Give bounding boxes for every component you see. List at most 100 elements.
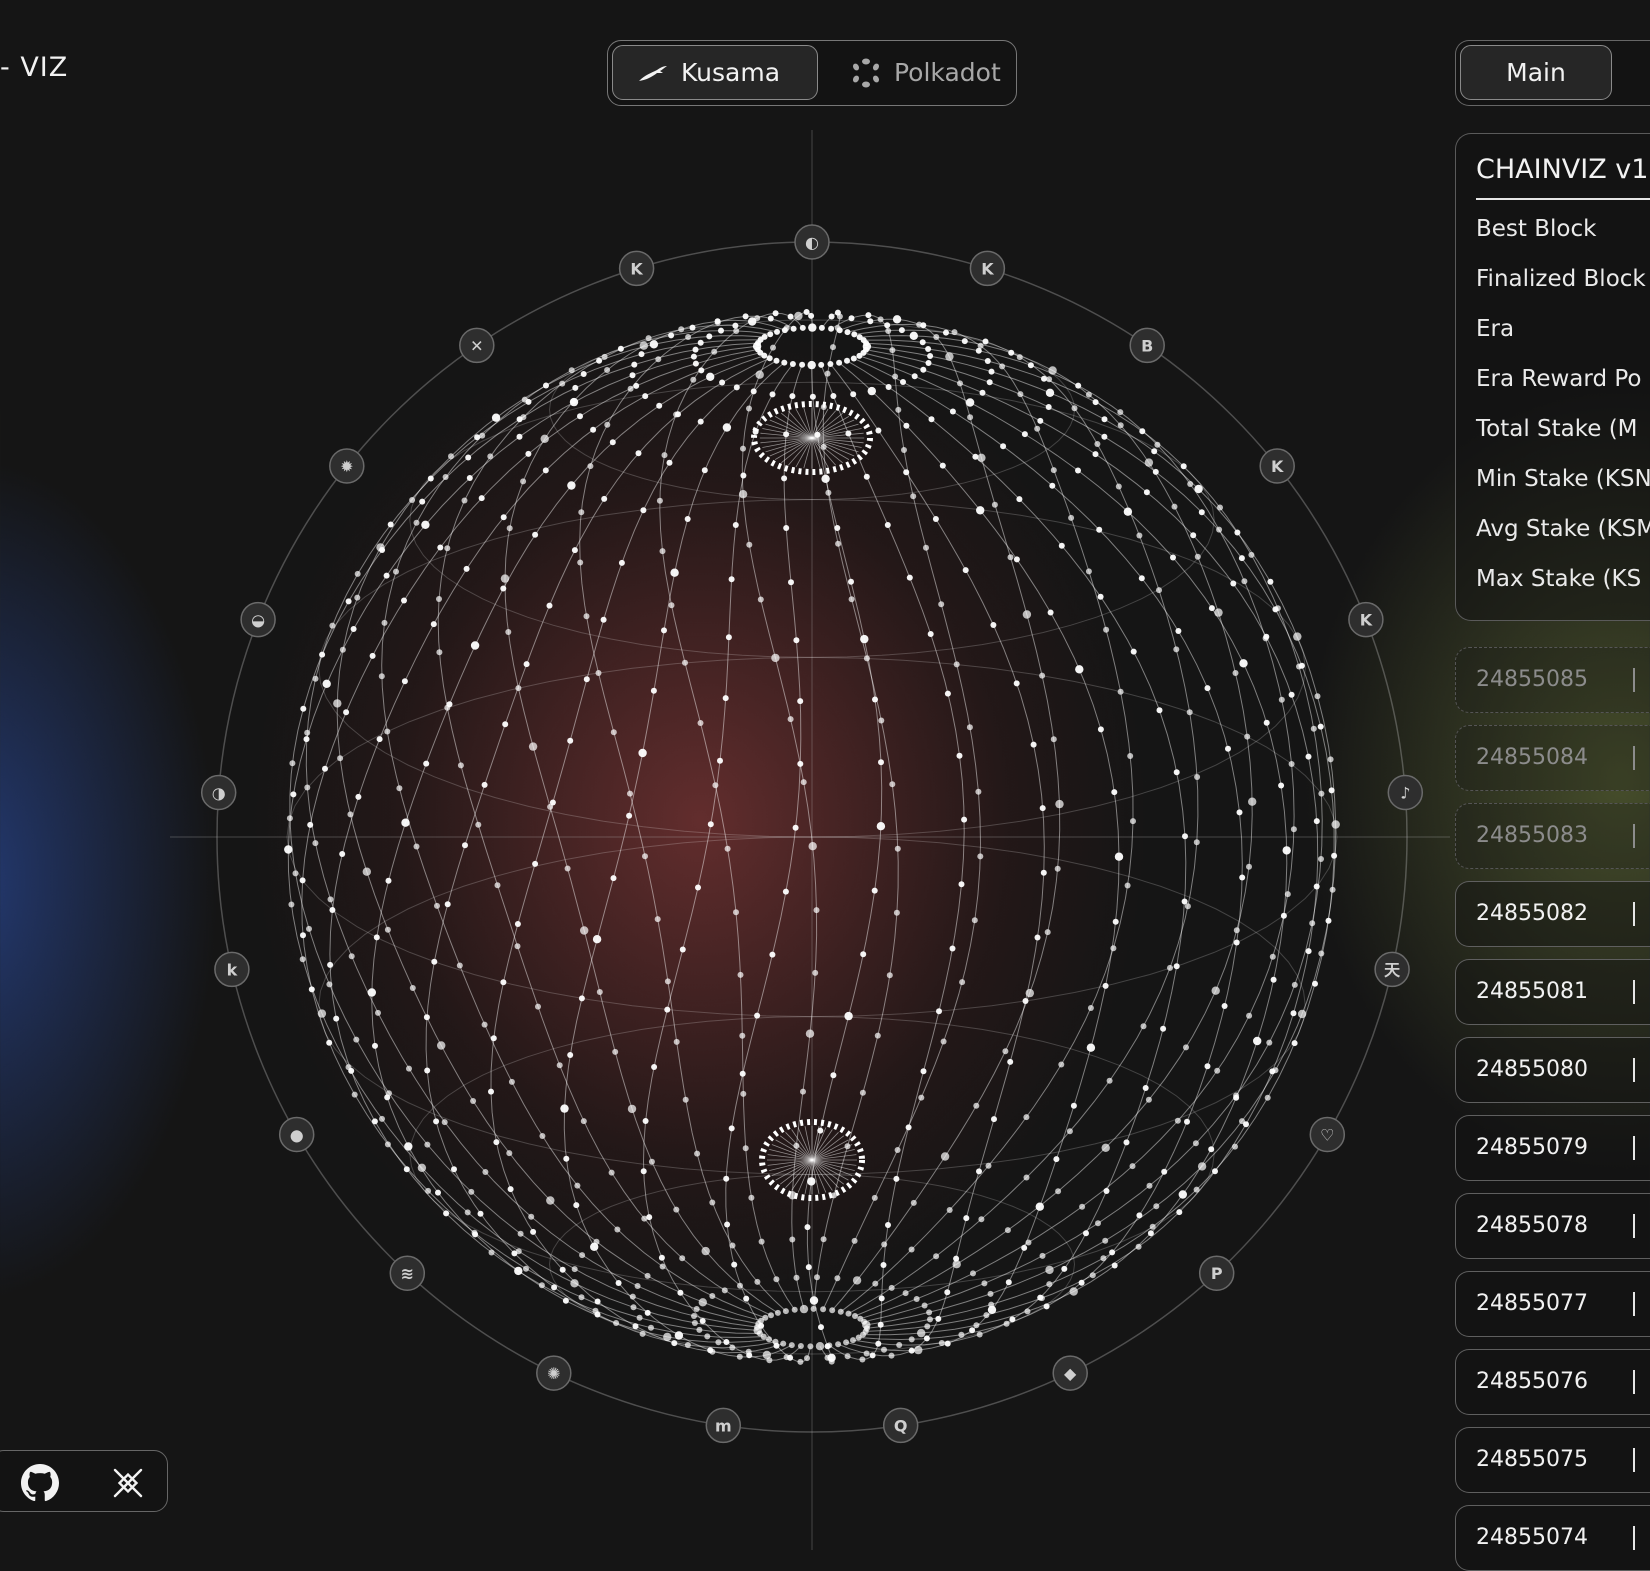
svg-text:≋: ≋ [401, 1264, 414, 1283]
svg-text:P: P [1211, 1264, 1223, 1283]
svg-text:m: m [715, 1416, 732, 1435]
svg-text:●: ● [290, 1126, 304, 1145]
social-links [0, 1450, 168, 1512]
block-number: 24855081 [1476, 979, 1588, 1004]
svg-text:Q: Q [894, 1416, 908, 1435]
network-option-kusama[interactable]: Kusama [612, 45, 818, 100]
block-number: 24855084 [1476, 745, 1588, 770]
kiad-icon[interactable] [109, 1464, 147, 1502]
svg-text:♪: ♪ [1400, 784, 1410, 803]
tinkernet-icon[interactable]: 天 [1374, 951, 1410, 988]
svg-text:K: K [630, 259, 643, 278]
stat-era-reward-points: Era Reward Po [1476, 366, 1642, 392]
svg-text:✺: ✺ [547, 1364, 560, 1383]
network-label-kusama: Kusama [681, 58, 781, 87]
block-number: 24855075 [1476, 1447, 1588, 1472]
block-separator [1633, 1448, 1635, 1472]
karura-icon[interactable]: K [969, 250, 1006, 287]
sunflower-icon[interactable]: ✹ [329, 448, 365, 484]
calamari-icon[interactable]: ◑ [200, 774, 237, 811]
block-separator [1633, 1292, 1635, 1316]
block-number: 24855083 [1476, 823, 1588, 848]
stat-min-stake: Min Stake (KSN [1476, 466, 1650, 492]
block-number: 24855076 [1476, 1369, 1588, 1394]
block-separator [1633, 824, 1635, 848]
block-row[interactable]: 24855085 [1455, 647, 1650, 713]
altair-icon[interactable]: ◒ [240, 601, 276, 638]
sora-icon[interactable]: ♪ [1387, 774, 1424, 811]
github-icon[interactable] [21, 1464, 59, 1502]
kilt-icon[interactable]: K [1348, 601, 1384, 638]
network-switch: Kusama Polkadot [607, 40, 1017, 106]
app-title: - VIZ [0, 52, 69, 83]
picasso-icon[interactable]: ♡ [1309, 1116, 1346, 1153]
svg-text:K: K [1271, 457, 1284, 476]
block-separator [1633, 980, 1635, 1004]
polkadot-ring-icon [852, 58, 880, 87]
block-number: 24855079 [1476, 1135, 1588, 1160]
block-number: 24855085 [1476, 667, 1588, 692]
block-separator [1633, 1058, 1635, 1082]
kabocha-icon[interactable]: k [214, 951, 250, 988]
stat-finalized-block: Finalized Block [1476, 266, 1646, 292]
bifrost-icon[interactable]: B [1129, 327, 1165, 364]
svg-text:♡: ♡ [1320, 1126, 1334, 1145]
mangata-icon[interactable]: m [705, 1407, 742, 1444]
crab-icon[interactable]: ✺ [536, 1355, 572, 1391]
panel-title: CHAINVIZ v1. [1476, 154, 1650, 185]
parallel-icon[interactable]: P [1198, 1255, 1235, 1291]
block-number: 24855082 [1476, 901, 1588, 926]
block-row[interactable]: 24855075 [1455, 1427, 1650, 1493]
block-row[interactable]: 24855077 [1455, 1271, 1650, 1337]
svg-text:◑: ◑ [212, 784, 226, 803]
block-row[interactable]: 24855081 [1455, 959, 1650, 1025]
block-row[interactable]: 24855074 [1455, 1505, 1650, 1571]
svg-text:K: K [1360, 611, 1373, 630]
block-separator [1633, 1136, 1635, 1160]
crust-icon[interactable]: ◆ [1052, 1355, 1088, 1391]
robonomics-icon[interactable]: K [618, 250, 655, 287]
stat-total-stake: Total Stake (M [1476, 416, 1638, 442]
view-tabs: Main [1455, 40, 1650, 106]
block-row[interactable]: 24855079 [1455, 1115, 1650, 1181]
validator-globe: ◐ K B K K ♪ 天 ♡ P ◆ Qm ✺ ≋ ● k ◑ ◒ ✹ ✕ K [170, 130, 1450, 1550]
block-row[interactable]: 24855082 [1455, 881, 1650, 947]
block-number: 24855077 [1476, 1291, 1588, 1316]
svg-text:◐: ◐ [805, 233, 819, 252]
stat-best-block: Best Block [1476, 216, 1597, 242]
kintsugi-icon[interactable]: K [1259, 448, 1295, 484]
tab-main[interactable]: Main [1460, 45, 1612, 100]
block-separator [1633, 902, 1635, 926]
stat-era: Era [1476, 316, 1515, 342]
block-separator [1633, 1370, 1635, 1394]
block-row[interactable]: 24855078 [1455, 1193, 1650, 1259]
svg-text:✹: ✹ [340, 457, 353, 476]
block-row[interactable]: 24855076 [1455, 1349, 1650, 1415]
block-separator [1633, 746, 1635, 770]
kusama-bird-icon [639, 65, 667, 81]
stat-max-stake: Max Stake (KS [1476, 566, 1642, 592]
genshiro-icon[interactable]: ✕ [459, 327, 495, 364]
block-number: 24855080 [1476, 1057, 1588, 1082]
block-row[interactable]: 24855083 [1455, 803, 1650, 869]
block-separator [1633, 1214, 1635, 1238]
svg-text:◒: ◒ [251, 611, 265, 630]
block-number: 24855078 [1476, 1213, 1588, 1238]
stats-panel: CHAINVIZ v1. Best Block Finalized Block … [1455, 133, 1650, 621]
panel-divider [1476, 198, 1650, 200]
shiden-icon[interactable]: ● [278, 1116, 315, 1153]
svg-text:K: K [981, 259, 994, 278]
moonbeam-icon[interactable]: ◐ [794, 224, 830, 260]
network-option-polkadot[interactable]: Polkadot [826, 45, 1012, 100]
block-separator [1633, 1526, 1635, 1550]
svg-text:天: 天 [1384, 960, 1401, 979]
block-separator [1633, 668, 1635, 692]
svg-text:◆: ◆ [1064, 1364, 1077, 1383]
heiko-icon[interactable]: ≋ [389, 1255, 426, 1291]
quartz-icon[interactable]: Q [882, 1407, 919, 1444]
stat-avg-stake: Avg Stake (KSM [1476, 516, 1650, 542]
svg-text:✕: ✕ [470, 336, 483, 355]
block-row[interactable]: 24855084 [1455, 725, 1650, 791]
block-row[interactable]: 24855080 [1455, 1037, 1650, 1103]
svg-text:B: B [1141, 336, 1153, 355]
